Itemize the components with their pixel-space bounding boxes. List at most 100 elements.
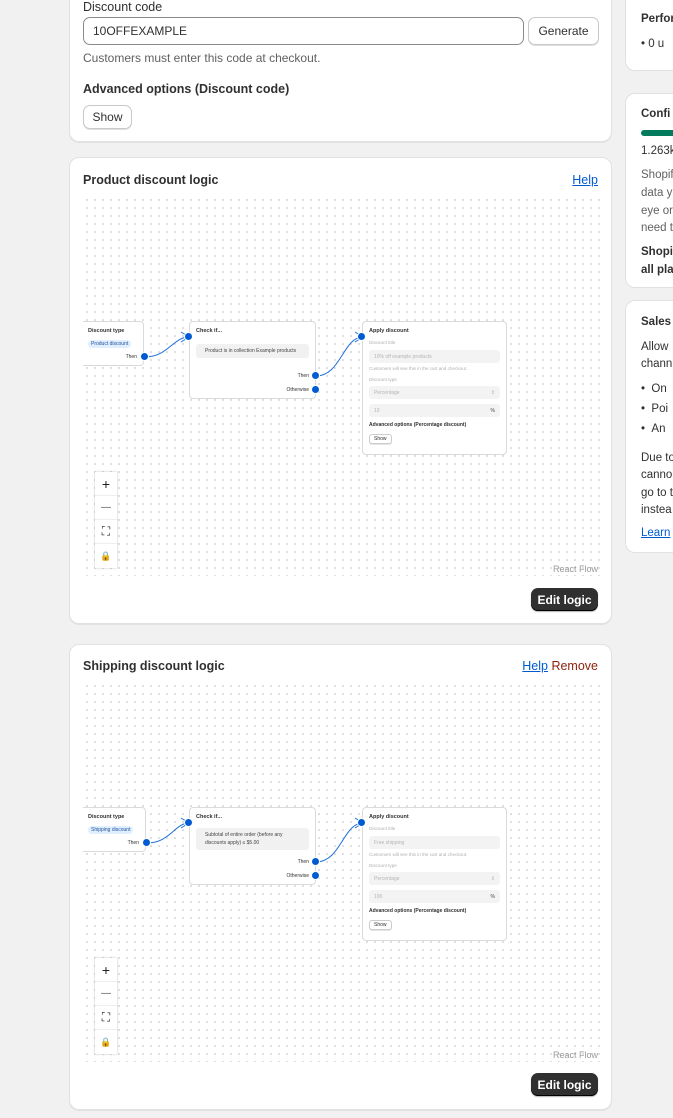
otherwise-handle[interactable] bbox=[311, 385, 320, 394]
input-handle[interactable] bbox=[184, 818, 193, 827]
performance-title: Perfor bbox=[641, 13, 673, 25]
show-advanced-button[interactable]: Show bbox=[83, 105, 132, 129]
learn-more-link[interactable]: Learn bbox=[641, 527, 670, 539]
condition-text: Subtotal of entire order (before any dis… bbox=[196, 828, 309, 850]
flow-canvas[interactable]: Discount type Product discount Then Chec… bbox=[83, 196, 600, 576]
output-handle[interactable] bbox=[140, 352, 149, 361]
flow-edges bbox=[144, 331, 364, 377]
edit-logic-button[interactable]: Edit logic bbox=[531, 1073, 598, 1096]
node-title: Discount type bbox=[88, 328, 125, 334]
sales-line: chann bbox=[641, 358, 673, 370]
discount-type-pill: Product discount bbox=[88, 340, 132, 348]
confidence-value: 1.263k bbox=[641, 145, 673, 157]
zoom-in-icon[interactable]: + bbox=[95, 958, 117, 982]
discount-type-label: Discount type bbox=[369, 863, 397, 868]
flow-controls: + — ⛶ 🔒 bbox=[95, 472, 117, 568]
zoom-out-icon[interactable]: — bbox=[95, 982, 117, 1006]
discount-type-select[interactable]: Percentage ⇕ bbox=[369, 386, 500, 399]
condition-node[interactable]: Check if... Subtotal of entire order (be… bbox=[189, 807, 316, 885]
then-label: Then bbox=[127, 840, 139, 846]
confidence-bold-line: all pla bbox=[641, 264, 673, 276]
node-title: Apply discount bbox=[369, 814, 409, 820]
zoom-out-icon[interactable]: — bbox=[95, 496, 117, 520]
generate-button[interactable]: Generate bbox=[528, 17, 599, 45]
otherwise-label: Otherwise bbox=[286, 387, 309, 393]
show-button[interactable]: Show bbox=[369, 920, 392, 930]
show-button[interactable]: Show bbox=[369, 434, 392, 444]
confidence-line: need t bbox=[641, 222, 673, 234]
node-title: Apply discount bbox=[369, 328, 409, 334]
confidence-progress-bar bbox=[641, 130, 673, 136]
then-label: Then bbox=[297, 859, 309, 865]
confidence-line: data y bbox=[641, 187, 673, 199]
react-flow-attribution[interactable]: React Flow bbox=[553, 564, 598, 574]
confidence-bold-line: Shopi bbox=[641, 246, 673, 258]
discount-code-label: Discount code bbox=[83, 0, 163, 14]
output-handle[interactable] bbox=[142, 838, 151, 847]
discount-title-label: Discount title bbox=[369, 826, 396, 831]
performance-item: • 0 u bbox=[641, 38, 665, 50]
lock-icon[interactable]: 🔒 bbox=[95, 1030, 117, 1054]
help-link[interactable]: Help bbox=[572, 173, 598, 187]
discount-type-select[interactable]: Percentage ⇕ bbox=[369, 872, 500, 885]
discount-type-value: Percentage bbox=[374, 875, 400, 882]
condition-text: Product is in collection Example product… bbox=[196, 344, 309, 358]
input-handle[interactable] bbox=[184, 332, 193, 341]
discount-title-help: Customers will see this in the cart and … bbox=[369, 852, 468, 857]
discount-amount-input[interactable]: 10% bbox=[369, 404, 500, 417]
then-label: Then bbox=[125, 354, 137, 360]
discount-code-input[interactable]: 10OFFEXAMPLE bbox=[83, 17, 524, 45]
action-node[interactable]: Apply discount Discount title Free shipp… bbox=[362, 807, 507, 941]
input-handle[interactable] bbox=[357, 818, 366, 827]
discount-code-card: Discount code 10OFFEXAMPLE Generate Cust… bbox=[69, 0, 612, 142]
shipping-discount-logic-card: Shipping discount logic Help Remove Disc… bbox=[69, 644, 612, 1110]
discount-amount-value: 100 bbox=[374, 893, 383, 900]
sales-line: canno bbox=[641, 469, 673, 481]
discount-code-help: Customers must enter this code at checko… bbox=[83, 51, 321, 65]
confidence-line: Shopif bbox=[641, 169, 673, 181]
sales-line: Allow bbox=[641, 341, 669, 353]
discount-title-input[interactable]: Free shipping bbox=[369, 836, 500, 849]
input-handle[interactable] bbox=[357, 332, 366, 341]
node-title: Check if... bbox=[196, 814, 222, 820]
card-title: Product discount logic bbox=[83, 173, 219, 187]
node-title: Discount type bbox=[88, 814, 125, 820]
action-node[interactable]: Apply discount Discount title 10% off ex… bbox=[362, 321, 507, 455]
discount-type-pill: Shipping discount bbox=[88, 826, 134, 834]
otherwise-handle[interactable] bbox=[311, 871, 320, 880]
trigger-node[interactable]: Discount type Shipping discount Then bbox=[83, 807, 146, 852]
select-chevron-icon: ⇕ bbox=[490, 875, 495, 882]
then-handle[interactable] bbox=[311, 857, 320, 866]
condition-node[interactable]: Check if... Product is in collection Exa… bbox=[189, 321, 316, 399]
fit-view-icon[interactable]: ⛶ bbox=[95, 1006, 117, 1030]
discount-title-help: Customers will see this in the cart and … bbox=[369, 366, 468, 371]
fit-view-icon[interactable]: ⛶ bbox=[95, 520, 117, 544]
trigger-node[interactable]: Discount type Product discount Then bbox=[83, 321, 144, 366]
react-flow-attribution[interactable]: React Flow bbox=[553, 1050, 598, 1060]
sales-line: instea bbox=[641, 504, 672, 516]
discount-amount-input[interactable]: 100% bbox=[369, 890, 500, 903]
advanced-options-title: Advanced options (Discount code) bbox=[83, 82, 290, 96]
then-handle[interactable] bbox=[311, 371, 320, 380]
confidence-line: eye or bbox=[641, 205, 673, 217]
discount-title-input[interactable]: 10% off example products bbox=[369, 350, 500, 363]
sales-title: Sales bbox=[641, 316, 672, 328]
help-link[interactable]: Help bbox=[522, 659, 548, 673]
discount-type-value: Percentage bbox=[374, 389, 400, 396]
card-title: Shipping discount logic bbox=[83, 659, 225, 673]
zoom-in-icon[interactable]: + bbox=[95, 472, 117, 496]
flow-controls: + — ⛶ 🔒 bbox=[95, 958, 117, 1054]
discount-amount-value: 10 bbox=[374, 407, 380, 414]
confidence-card: Confi 1.263k Shopif data y eye or need t… bbox=[625, 93, 673, 288]
confidence-title: Confi bbox=[641, 108, 671, 120]
percent-suffix: % bbox=[490, 893, 495, 900]
flow-canvas[interactable]: Discount type Shipping discount Then Che… bbox=[83, 682, 600, 1062]
discount-type-label: Discount type bbox=[369, 377, 397, 382]
edit-logic-button[interactable]: Edit logic bbox=[531, 588, 598, 611]
discount-title-label: Discount title bbox=[369, 340, 396, 345]
sales-channel-item: • Poi bbox=[641, 403, 669, 415]
remove-link[interactable]: Remove bbox=[551, 659, 598, 673]
lock-icon[interactable]: 🔒 bbox=[95, 544, 117, 568]
discount-title-placeholder: Free shipping bbox=[374, 839, 405, 846]
product-discount-logic-card: Product discount logic Help Discount typ… bbox=[69, 157, 612, 624]
